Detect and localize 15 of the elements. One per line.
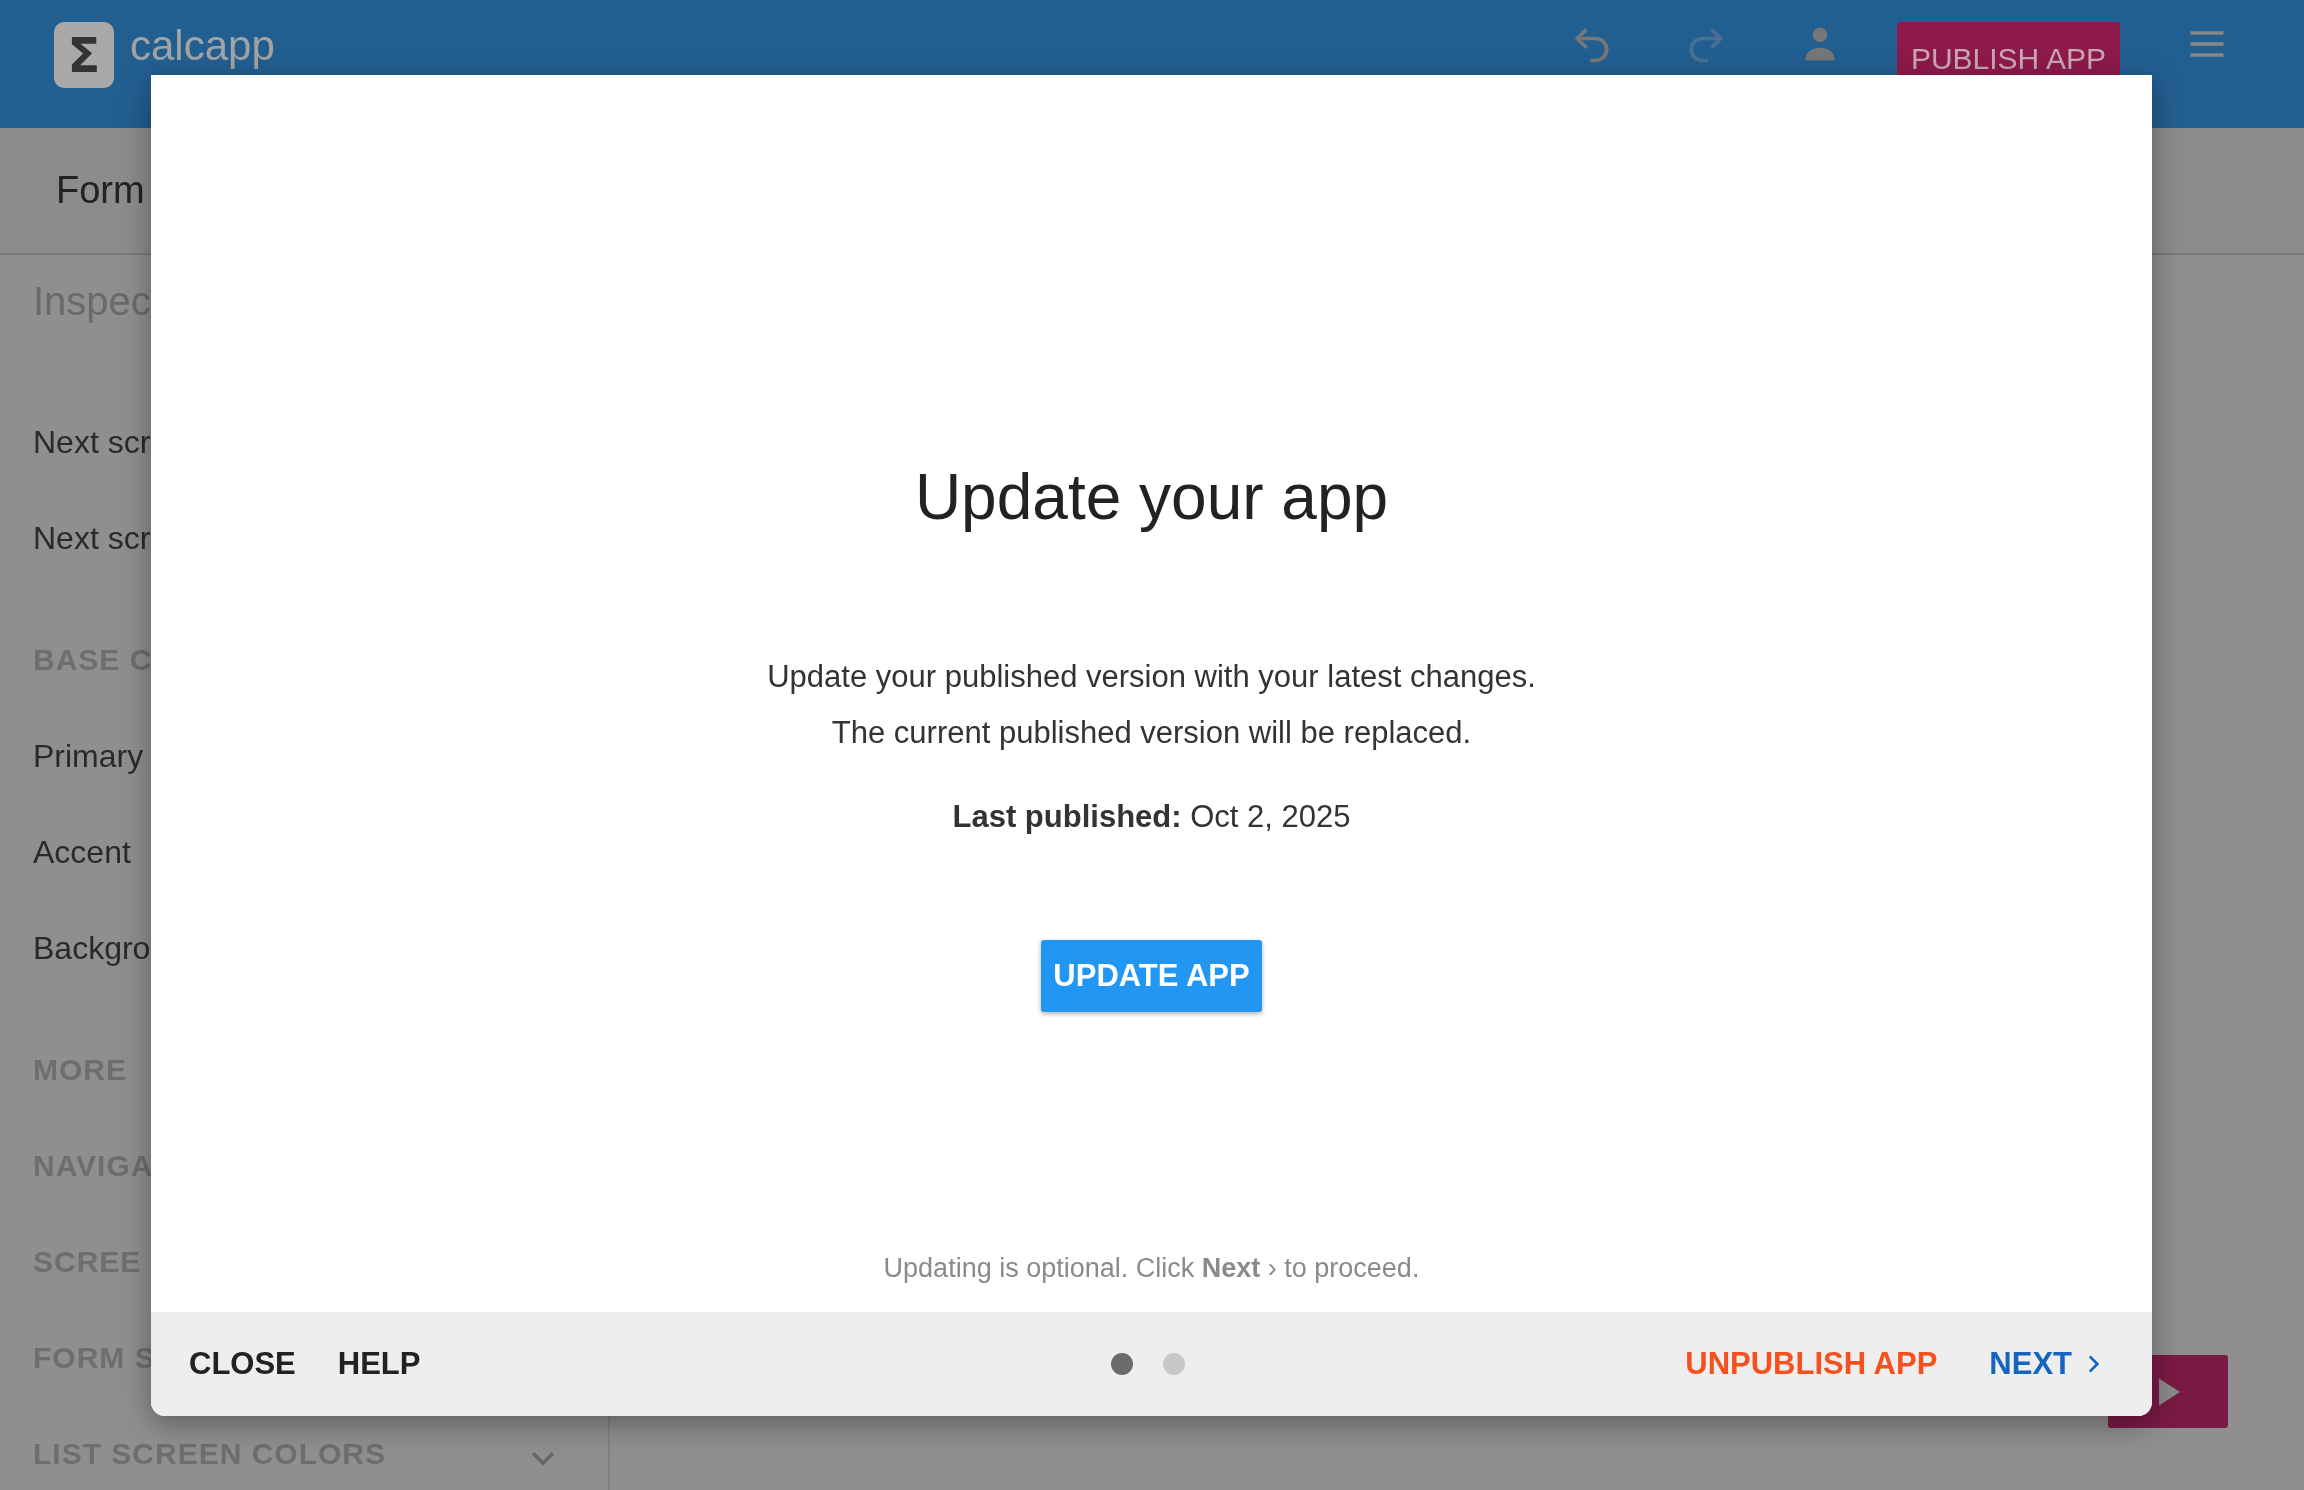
app-name: calcapp (130, 22, 275, 70)
update-app-button[interactable]: UPDATE APP (1041, 940, 1262, 1012)
page-dot[interactable] (1110, 1353, 1133, 1375)
last-published-text: Last published: Oct 2, 2025 (952, 799, 1351, 835)
page-dot[interactable] (1162, 1353, 1185, 1375)
logo-icon: Σ (54, 22, 114, 88)
next-button[interactable]: NEXT (1973, 1336, 2122, 1392)
footer-button[interactable]: HELP (321, 1336, 437, 1392)
dialog-title: Update your app (914, 460, 1389, 534)
hint-text: Updating is optional. Click Next › to proceed. (883, 1253, 1420, 1284)
description-text: The current published version will be replaced. (831, 715, 1472, 751)
footer-button[interactable]: CLOSE (173, 1336, 312, 1392)
unpublish-button[interactable]: UNPUBLISH APP (1669, 1336, 1954, 1392)
form-title: Form (56, 169, 145, 212)
description-text: Update your published version with your latest changes. (767, 659, 1536, 695)
